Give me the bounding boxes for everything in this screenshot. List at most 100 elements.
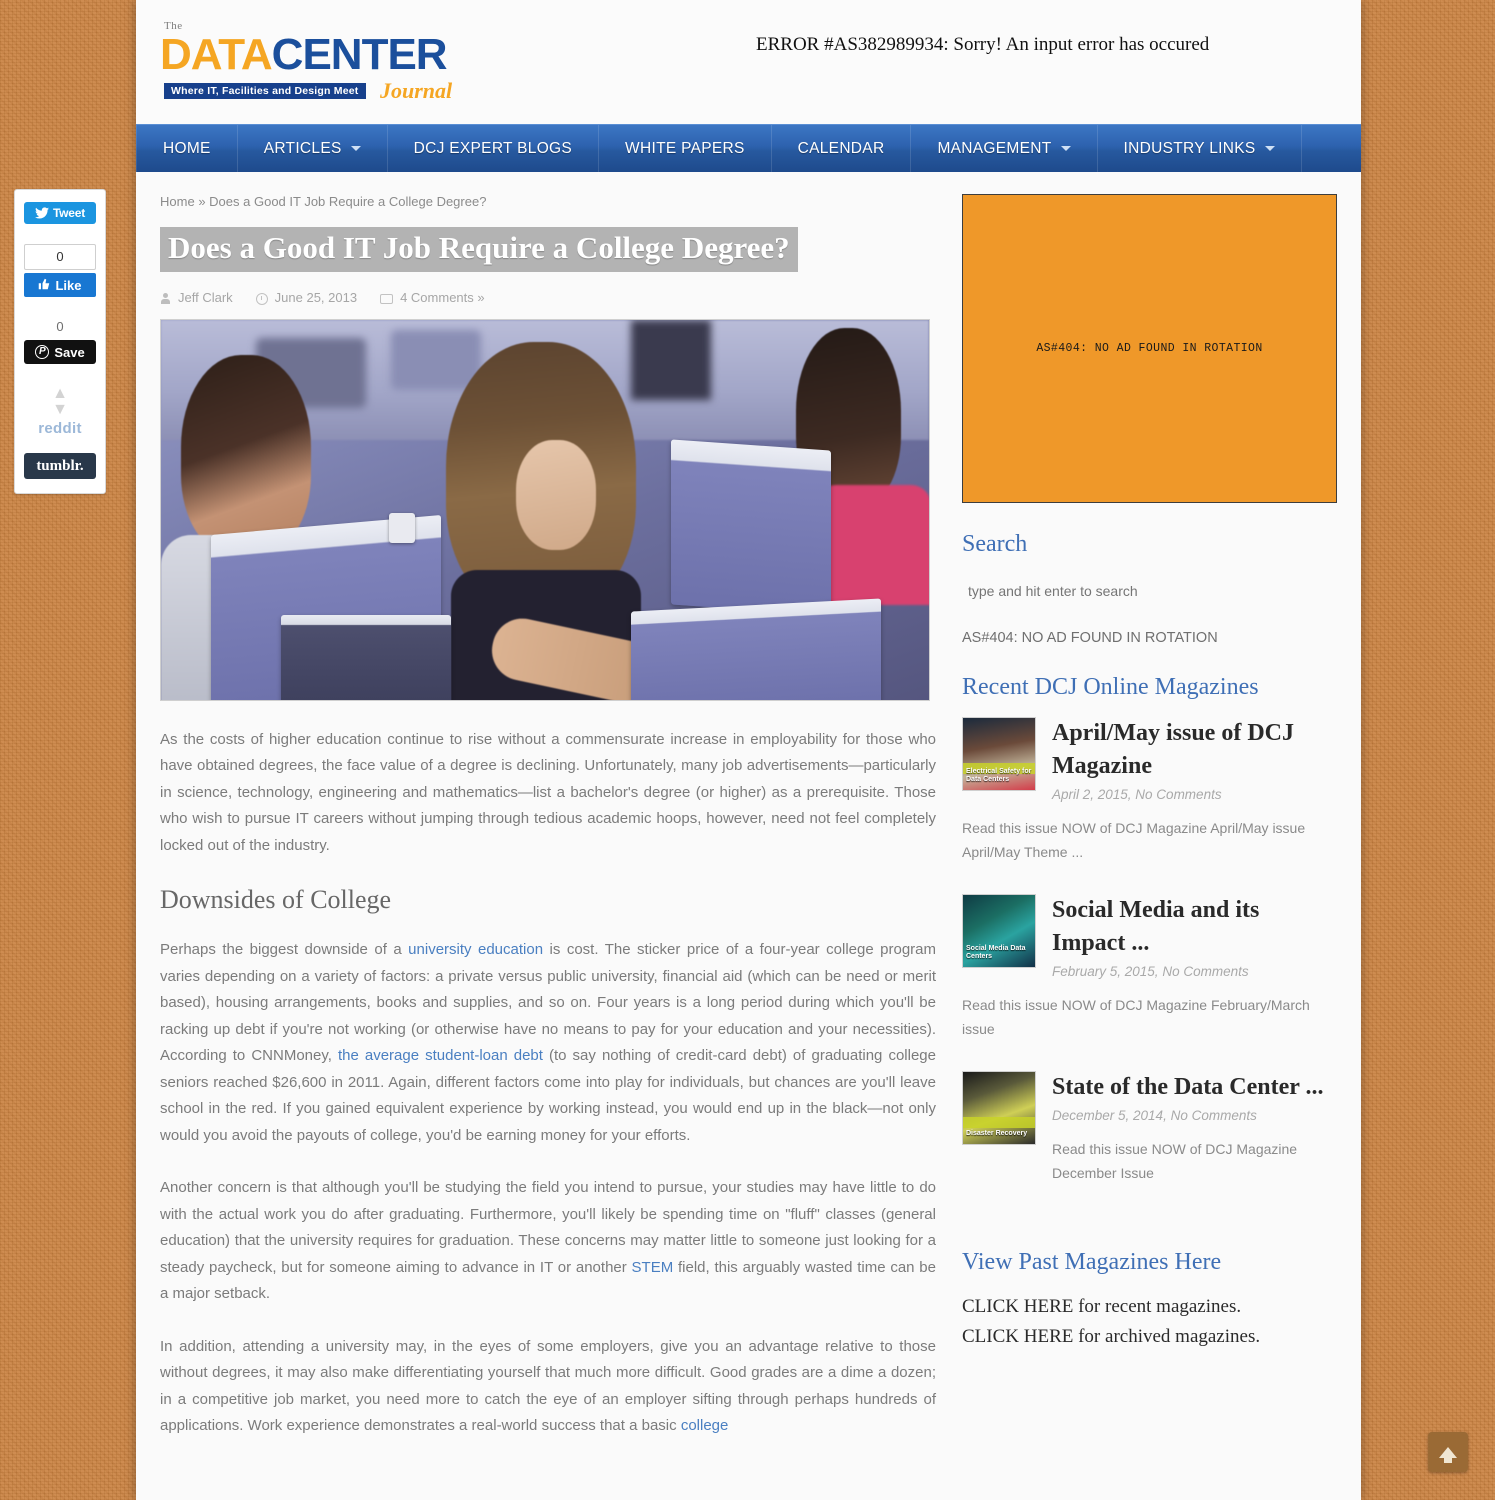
logo-bottom-row: Where IT, Facilities and Design Meet Jou… [160,78,540,104]
nav-item-home[interactable]: HOME [136,125,238,172]
p4-text-a: In addition, attending a university may,… [160,1337,936,1435]
link-university-education[interactable]: university education [408,941,543,958]
nav-item-calendar[interactable]: CALENDAR [772,125,912,172]
nav-item-management[interactable]: MANAGEMENT [911,125,1098,172]
breadcrumb-separator: » [198,194,206,209]
link-stem[interactable]: STEM [632,1259,674,1276]
nav-item-dcj-expert-blogs[interactable]: DCJ EXPERT BLOGS [388,125,600,172]
nav-item-articles[interactable]: ARTICLES [238,125,388,172]
nav-item-white-papers[interactable]: WHITE PAPERS [599,125,772,172]
recent-magazines-widget: Recent DCJ Online Magazines Electrical S… [962,674,1337,1185]
tweet-label: Tweet [52,206,86,220]
magazine-excerpt: Read this issue NOW of DCJ Magazine Dece… [1052,1141,1298,1181]
cover-title-text: Electrical Safety for Data Centers [966,768,1032,783]
reddit-downvote-icon[interactable]: ▼ [24,402,96,418]
cover-title-text: Disaster Recovery [966,1130,1028,1137]
breadcrumb: Home » Does a Good IT Job Require a Coll… [160,194,936,209]
search-widget-title: Search [962,531,1028,557]
magazine-body: April/May issue of DCJ Magazine April 2,… [1052,717,1337,802]
logo-journal-text: Journal [379,78,453,103]
post-paragraph-4: In addition, attending a university may,… [160,1334,936,1440]
photo-person-left [181,354,311,555]
magazine-body: State of the Data Center ... December 5,… [1052,1071,1337,1185]
search-input[interactable] [962,574,1337,608]
content-area: Home » Does a Good IT Job Require a Coll… [136,172,1361,1466]
cover-title-text: Social Media Data Centers [966,945,1026,960]
link-college[interactable]: college [681,1417,729,1434]
p2-text-b: is cost. The sticker price of a four-yea… [160,941,937,1065]
nav-label: HOME [163,139,211,157]
cta-recent-magazines[interactable]: CLICK HERE for recent magazines. [962,1292,1337,1322]
sidebar-ad-banner[interactable]: AS#404: NO AD FOUND IN ROTATION [962,194,1337,503]
post-date: June 25, 2013 [274,289,358,305]
link-student-loan-debt[interactable]: the average student-loan debt [338,1047,543,1064]
nav-label: CALENDAR [797,139,885,157]
magazine-excerpt: Read this issue NOW of DCJ Magazine Apri… [962,820,1306,860]
magazine-entry: Disaster Recovery State of the Data Cent… [962,1071,1337,1185]
magazine-title[interactable]: Social Media and its Impact ... [1052,894,1337,960]
reddit-upvote-icon[interactable]: ▲ [24,386,96,402]
nav-label: MANAGEMENT [937,139,1052,157]
nav-label: ARTICLES [263,139,342,157]
reddit-share-widget[interactable]: ▲ ▼ reddit [24,386,96,438]
twitter-tweet-button[interactable]: Tweet [24,202,96,224]
logo-wordmark: DATACENTER [160,32,540,78]
post-author[interactable]: Jeff Clark [178,290,233,305]
post-featured-image [160,318,930,701]
site-logo[interactable]: The DATACENTER Where IT, Facilities and … [160,20,540,104]
cta-archived-magazines[interactable]: CLICK HERE for archived magazines. [962,1322,1337,1352]
magazine-title[interactable]: April/May issue of DCJ Magazine [1052,717,1337,783]
sidebar-ad-note: AS#404: NO AD FOUND IN ROTATION [962,630,1218,646]
post-comments-link[interactable]: 4 Comments » [400,290,485,305]
magazine-date: April 2, 2015, No Comments [1052,787,1222,802]
pinterest-icon: P [35,345,50,359]
magazine-title[interactable]: State of the Data Center ... [1052,1071,1337,1104]
social-share-rail: Tweet 0 Like 0 P Save ▲ ▼ reddit tumblr. [14,189,106,494]
pinterest-save-label: Save [54,344,85,360]
page-title: Does a Good IT Job Require a College Deg… [160,227,798,272]
recent-magazines-title: Recent DCJ Online Magazines [962,674,1259,700]
nav-label: INDUSTRY LINKS [1123,139,1256,157]
p2-text-a: Perhaps the biggest downside of a [160,941,409,959]
sidebar-ad-text: AS#404: NO AD FOUND IN ROTATION [1036,342,1263,355]
reddit-label: reddit [38,420,82,437]
nav-label: WHITE PAPERS [625,139,745,157]
nav-item-industry-links[interactable]: INDUSTRY LINKS [1098,125,1302,172]
photo-bg-box [631,319,711,400]
logo-center-text: CENTER [271,30,448,79]
facebook-like-button[interactable]: Like [24,273,96,297]
tumblr-label: tumblr. [36,457,84,474]
magazine-date: December 5, 2014, No Comments [1052,1108,1257,1123]
chevron-down-icon [1060,146,1071,151]
tumblr-share-button[interactable]: tumblr. [24,453,96,479]
site-header: The DATACENTER Where IT, Facilities and … [136,0,1361,124]
post-paragraph-1: As the costs of higher education continu… [160,730,936,854]
twitter-bird-icon [34,207,49,219]
logo-data-text: DATA [160,30,273,79]
photo-person-right-shirt [816,484,929,605]
magazine-cover-thumbnail[interactable]: Disaster Recovery [962,1071,1036,1145]
breadcrumb-home-link[interactable]: Home [160,194,195,209]
facebook-like-count: 0 [24,244,96,270]
photo-monitor-2 [281,614,451,700]
magazine-date: February 5, 2015, No Comments [1052,964,1249,979]
comment-icon [380,294,394,305]
main-navigation: HOME ARTICLES DCJ EXPERT BLOGS WHITE PAP… [136,124,1361,172]
cover-band [963,1117,1035,1128]
magazine-excerpt: Read this issue NOW of DCJ Magazine Febr… [962,997,1310,1037]
pinterest-save-count: 0 [56,319,64,334]
pinterest-save-button[interactable]: P Save [24,340,96,364]
breadcrumb-current: Does a Good IT Job Require a College Deg… [209,194,487,209]
chevron-down-icon [1264,146,1275,151]
post-meta: Jeff Clark June 25, 2013 4 Comments » [160,289,936,306]
scroll-to-top-button[interactable] [1428,1432,1468,1472]
magazine-cover-thumbnail[interactable]: Social Media Data Centers [962,894,1036,968]
magazine-cover-thumbnail[interactable]: Electrical Safety for Data Centers [962,717,1036,791]
magazine-item[interactable]: Electrical Safety for Data Centers April… [962,717,1337,802]
magazine-item[interactable]: Social Media Data Centers Social Media a… [962,894,1337,979]
post-paragraph-3: Another concern is that although you'll … [160,1175,936,1308]
magazine-item[interactable]: Disaster Recovery State of the Data Cent… [962,1071,1337,1185]
user-icon [160,293,171,305]
clock-icon [255,293,268,306]
facebook-like-widget: 0 Like [24,244,96,297]
